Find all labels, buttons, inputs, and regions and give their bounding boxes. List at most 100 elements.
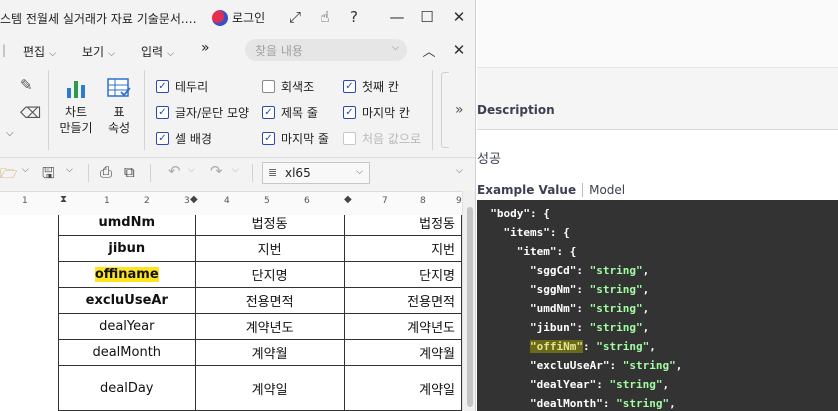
check-border[interactable]: ✓ 테두리 — [156, 78, 208, 95]
undo-icon[interactable]: ↶ — [168, 162, 181, 180]
name-cell[interactable]: 법정동 — [194, 215, 345, 236]
menu-view[interactable]: 보기 ⌵ — [82, 43, 115, 60]
check-reset-initial: 처음 값으로 — [343, 130, 421, 147]
name-cell[interactable]: 계약월 — [194, 339, 345, 366]
make-chart-button[interactable]: 차트 만들기 — [58, 76, 94, 136]
field-table: umdNm 법정동 법정동 jibun 지번 지번 offiname 단지명 단지명 excluU… — [58, 215, 462, 411]
check-first-column[interactable]: ✓ 첫째 칸 — [343, 78, 399, 95]
maximize-icon[interactable]: ☐ — [416, 6, 438, 28]
description-cell[interactable]: 계약년도 — [343, 313, 462, 340]
field-cell[interactable]: dealMonth — [58, 339, 196, 366]
divider — [144, 70, 145, 150]
collapse-ribbon-icon[interactable]: ︿ — [418, 39, 440, 61]
cell-edit-icon[interactable]: ✎ — [20, 76, 33, 94]
minimize-icon[interactable]: — — [386, 6, 408, 28]
check-grayscale[interactable]: 회색조 — [262, 78, 314, 95]
check-header-row[interactable]: ✓ 제목 줄 — [262, 104, 318, 121]
chevron-down-icon[interactable]: ⌵ — [188, 165, 195, 175]
field-cell[interactable]: offiname — [58, 261, 196, 288]
table-row: jibun 지번 지번 — [58, 235, 462, 262]
description-cell[interactable]: 법정동 — [343, 215, 462, 236]
table-row: dealDay 계약일 계약일 — [58, 365, 462, 411]
scrollbar-thumb[interactable] — [467, 207, 473, 407]
login-button[interactable]: 로그인 — [212, 9, 265, 26]
table-properties-button[interactable]: 표 속성 — [102, 76, 136, 136]
chevron-down-icon[interactable]: ⌵ — [232, 165, 239, 175]
column-marker-icon[interactable]: ◆ — [190, 194, 198, 205]
menu-insert[interactable]: 입력 ⌵ — [141, 43, 174, 60]
code-line: "dealMonth": "string", — [529, 397, 676, 410]
code-line: "sggCd": "string", — [529, 264, 650, 277]
name-cell[interactable]: 계약년도 — [194, 313, 345, 340]
name-cell[interactable]: 단지명 — [194, 261, 345, 288]
check-last-row[interactable]: ✓ 마지막 줄 — [262, 130, 329, 147]
tab-model[interactable]: Model — [583, 183, 625, 197]
checkbox[interactable] — [262, 80, 275, 93]
chevron-down-icon[interactable]: ⌵ — [22, 165, 29, 175]
name-cell[interactable]: 계약일 — [194, 365, 345, 411]
checkbox[interactable]: ✓ — [262, 106, 275, 119]
chevron-down-icon[interactable]: ⌵ — [66, 165, 73, 175]
code-line: "items": { — [503, 226, 570, 239]
name-cell[interactable]: 지번 — [194, 235, 345, 262]
divider — [150, 164, 151, 182]
table-row: dealMonth 계약월 계약월 — [58, 339, 462, 366]
checkbox[interactable]: ✓ — [156, 132, 169, 145]
checkbox[interactable]: ✓ — [156, 106, 169, 119]
more-menus-button[interactable]: » — [201, 40, 210, 56]
divider — [48, 70, 49, 150]
print-icon[interactable]: ⎙ — [100, 163, 112, 181]
description-cell[interactable]: 계약월 — [343, 339, 462, 366]
table-row: dealYear 계약년도 계약년도 — [58, 313, 462, 340]
check-cell-background[interactable]: ✓ 셀 배경 — [156, 130, 212, 147]
field-cell[interactable]: dealYear — [58, 313, 196, 340]
redo-icon[interactable]: ↷ — [210, 162, 223, 180]
ribbon-close-icon[interactable]: ✕ — [448, 39, 470, 61]
check-char-para-shape[interactable]: ✓ 글자/문단 모양 — [156, 104, 249, 121]
document-area[interactable]: umdNm 법정동 법정동 jibun 지번 지번 offiname 단지명 단지명 excluU… — [0, 215, 462, 411]
checkbox[interactable]: ✓ — [343, 106, 356, 119]
chevron-down-icon[interactable]: ⌵ — [392, 43, 399, 53]
column-marker-icon[interactable]: ◆ — [344, 194, 352, 205]
menu-edit[interactable]: 편집 ⌵ — [23, 43, 56, 60]
checkbox[interactable]: ✓ — [262, 132, 275, 145]
save-icon[interactable]: 🖫 — [42, 163, 55, 188]
description-cell[interactable]: 전용면적 — [343, 287, 462, 314]
checkbox[interactable]: ✓ — [343, 80, 356, 93]
vertical-scrollbar[interactable] — [462, 191, 475, 411]
hand-pointer-icon[interactable]: ☝ — [314, 6, 336, 28]
ribbon-scroll-frame — [441, 72, 449, 148]
fullscreen-icon[interactable]: ⤢ — [284, 6, 306, 28]
name-cell[interactable]: 전용면적 — [194, 287, 345, 314]
style-value: xl65 — [285, 166, 311, 180]
code-line: "dealYear": "string", — [529, 378, 670, 391]
field-cell[interactable]: umdNm — [58, 215, 196, 236]
tab-example-value[interactable]: Example Value — [477, 183, 584, 197]
description-header: Description — [477, 68, 838, 130]
print-preview-icon[interactable]: ⧉ — [124, 163, 135, 181]
open-folder-icon[interactable]: 🗁 — [0, 163, 17, 187]
chevron-down-icon[interactable]: ⌵ — [456, 166, 463, 176]
chevron-down-icon[interactable]: ⌵ — [356, 167, 363, 177]
style-select[interactable]: ≣ xl65 ⌵ — [262, 162, 370, 184]
table-properties-icon — [107, 78, 131, 97]
close-icon[interactable]: ✕ — [448, 6, 470, 28]
api-doc-panel: Description 성공 Example Value Model "body… — [477, 0, 838, 411]
help-icon[interactable]: ? — [343, 6, 365, 28]
ribbon-more-icon[interactable]: » — [455, 102, 464, 118]
checkbox[interactable]: ✓ — [156, 80, 169, 93]
divider — [432, 70, 433, 150]
table-row: offiname 단지명 단지명 — [58, 261, 462, 288]
description-cell[interactable]: 계약일 — [343, 365, 462, 411]
paragraph-style-icon: ≣ — [268, 166, 278, 179]
field-cell[interactable]: jibun — [58, 235, 196, 262]
description-cell[interactable]: 단지명 — [343, 261, 462, 288]
check-last-column[interactable]: ✓ 마지막 칸 — [343, 104, 410, 121]
field-cell[interactable]: dealDay — [58, 365, 196, 411]
indent-marker-icon[interactable]: ⧗ — [60, 194, 67, 205]
eraser-icon[interactable]: ⌫ — [20, 104, 41, 122]
find-input[interactable]: 찾을 내용 ⌵ — [245, 39, 407, 61]
field-cell[interactable]: excluUseAr — [58, 287, 196, 314]
description-cell[interactable]: 지번 — [343, 235, 462, 262]
chevron-down-icon[interactable]: ⌵ — [6, 128, 14, 139]
